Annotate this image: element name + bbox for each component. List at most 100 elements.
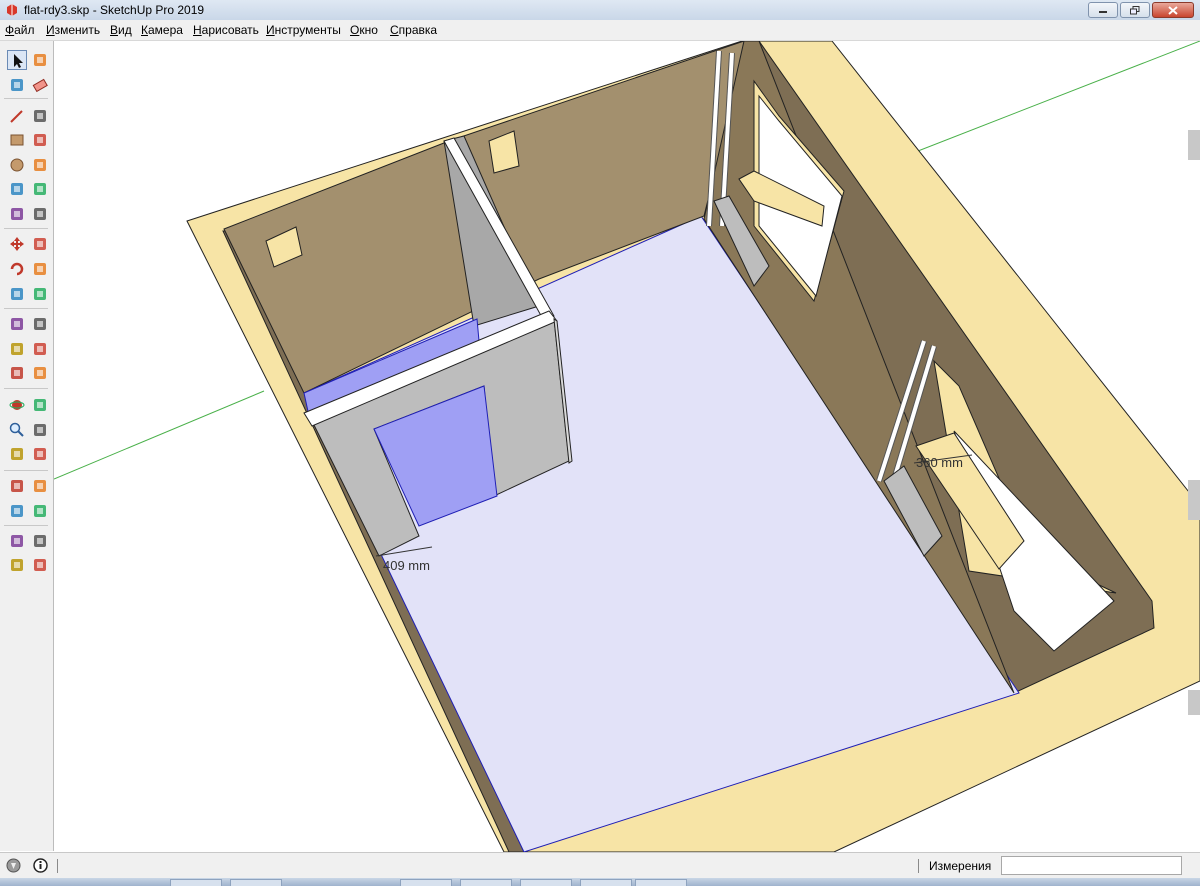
rotate-tool-button[interactable]	[7, 259, 27, 279]
tape-measure-tool-button[interactable]	[7, 314, 27, 334]
restore-button[interactable]	[1120, 2, 1150, 18]
pan-icon	[34, 399, 46, 411]
look-around-tool-button[interactable]	[30, 476, 50, 496]
menu-camera[interactable]: Камера	[141, 23, 183, 37]
dimension-tool-button[interactable]	[30, 314, 50, 334]
two-point-arc-tool-button[interactable]	[30, 179, 50, 199]
menu-file[interactable]: Файл	[5, 23, 35, 37]
dimension-label-360[interactable]: 360 mm	[916, 455, 963, 470]
zoom-extents-icon	[11, 448, 23, 460]
zoom-icon	[9, 422, 24, 437]
three-point-arc-tool-button[interactable]	[7, 204, 27, 224]
taskbar-app[interactable]	[400, 879, 452, 886]
model-viewport[interactable]: 409 mm 360 mm	[54, 41, 1200, 852]
extension-manager-tool-button[interactable]	[30, 555, 50, 575]
status-bar: Измерения	[0, 852, 1200, 879]
rotated-rectangle-tool-button[interactable]	[30, 130, 50, 150]
menu-view[interactable]: Вид	[110, 23, 132, 37]
push-pull-tool-button[interactable]	[30, 234, 50, 254]
protractor-icon	[11, 343, 23, 355]
3d-warehouse-tool-button[interactable]	[7, 531, 27, 551]
close-icon	[1168, 5, 1178, 15]
previous-view-icon	[34, 448, 46, 460]
polygon-tool-button[interactable]	[30, 155, 50, 175]
extension-warehouse-icon	[34, 535, 46, 547]
protractor-tool-button[interactable]	[7, 339, 27, 359]
pan-tool-button[interactable]	[30, 395, 50, 415]
taskbar-app[interactable]	[460, 879, 512, 886]
pie-icon	[34, 208, 46, 220]
move-tool-button[interactable]	[7, 234, 27, 254]
menu-window[interactable]: Окно	[350, 23, 378, 37]
sketchup-logo-icon	[7, 4, 17, 16]
toolbar-separator	[4, 470, 48, 471]
orbit-icon	[9, 400, 25, 410]
eraser-tool-button[interactable]	[30, 75, 50, 95]
toolbar-separator	[4, 525, 48, 526]
viewport-edge-marker	[1188, 480, 1200, 520]
offset-tool-button[interactable]	[30, 284, 50, 304]
extension-manager-icon	[34, 559, 46, 571]
freehand-tool-button[interactable]	[30, 106, 50, 126]
taskbar-app[interactable]	[170, 879, 222, 886]
taskbar-app[interactable]	[580, 879, 632, 886]
dimension-label-409[interactable]: 409 mm	[383, 558, 430, 573]
3d-text-tool-button[interactable]	[30, 363, 50, 383]
layout-send-tool-button[interactable]	[7, 555, 27, 575]
close-button[interactable]	[1152, 2, 1194, 18]
taskbar-app[interactable]	[635, 879, 687, 886]
axes-icon	[11, 367, 23, 379]
rectangle-icon	[10, 134, 24, 146]
menu-tools[interactable]: Инструменты	[266, 23, 341, 37]
model-scene[interactable]	[54, 41, 1200, 852]
window-title: flat-rdy3.skp - SketchUp Pro 2019	[24, 3, 205, 17]
walk-icon	[11, 505, 23, 517]
zoom-extents-tool-button[interactable]	[7, 444, 27, 464]
menu-draw[interactable]: Нарисовать	[193, 23, 259, 37]
taskbar-app[interactable]	[520, 879, 572, 886]
text-tool-button[interactable]	[30, 339, 50, 359]
walk-tool-button[interactable]	[7, 501, 27, 521]
minimize-button[interactable]	[1088, 2, 1118, 18]
previous-view-tool-button[interactable]	[30, 444, 50, 464]
follow-me-tool-button[interactable]	[30, 259, 50, 279]
zoom-tool-button[interactable]	[7, 420, 27, 440]
scale-tool-button[interactable]	[7, 284, 27, 304]
section-plane-tool-button[interactable]	[30, 501, 50, 521]
menu-help[interactable]: Справка	[390, 23, 437, 37]
menu-edit[interactable]: Изменить	[46, 23, 100, 37]
pencil-line-tool-button[interactable]	[7, 106, 27, 126]
push-pull-icon	[34, 238, 46, 250]
arc-icon	[11, 183, 23, 195]
tool-palette	[0, 41, 54, 851]
paint-bucket-icon	[11, 79, 23, 91]
paint-bucket-tool-button[interactable]	[7, 75, 27, 95]
toolbar-separator	[4, 98, 48, 99]
position-camera-tool-button[interactable]	[7, 476, 27, 496]
title-bar: flat-rdy3.skp - SketchUp Pro 2019	[0, 0, 1200, 21]
circle-tool-button[interactable]	[7, 155, 27, 175]
dimension-icon	[34, 318, 46, 330]
look-around-icon	[34, 480, 46, 492]
os-taskbar	[0, 878, 1200, 886]
axes-tool-button[interactable]	[7, 363, 27, 383]
zoom-window-tool-button[interactable]	[30, 420, 50, 440]
toolbar-separator	[4, 228, 48, 229]
arc-tool-button[interactable]	[7, 179, 27, 199]
scale-icon	[11, 288, 23, 300]
select-tool-tool-button[interactable]	[7, 50, 27, 70]
make-component-tool-button[interactable]	[30, 50, 50, 70]
taskbar-app[interactable]	[230, 879, 282, 886]
eraser-icon	[32, 78, 48, 93]
orbit-tool-button[interactable]	[7, 395, 27, 415]
restore-icon	[1130, 5, 1140, 14]
status-separator	[57, 859, 58, 873]
credits-icon[interactable]	[33, 858, 48, 873]
extension-warehouse-tool-button[interactable]	[30, 531, 50, 551]
minimize-icon	[1099, 11, 1107, 13]
rectangle-tool-button[interactable]	[7, 130, 27, 150]
pie-tool-button[interactable]	[30, 204, 50, 224]
measurements-input[interactable]	[1001, 856, 1182, 875]
geolocation-icon[interactable]	[6, 858, 21, 873]
3d-text-icon	[34, 367, 46, 379]
